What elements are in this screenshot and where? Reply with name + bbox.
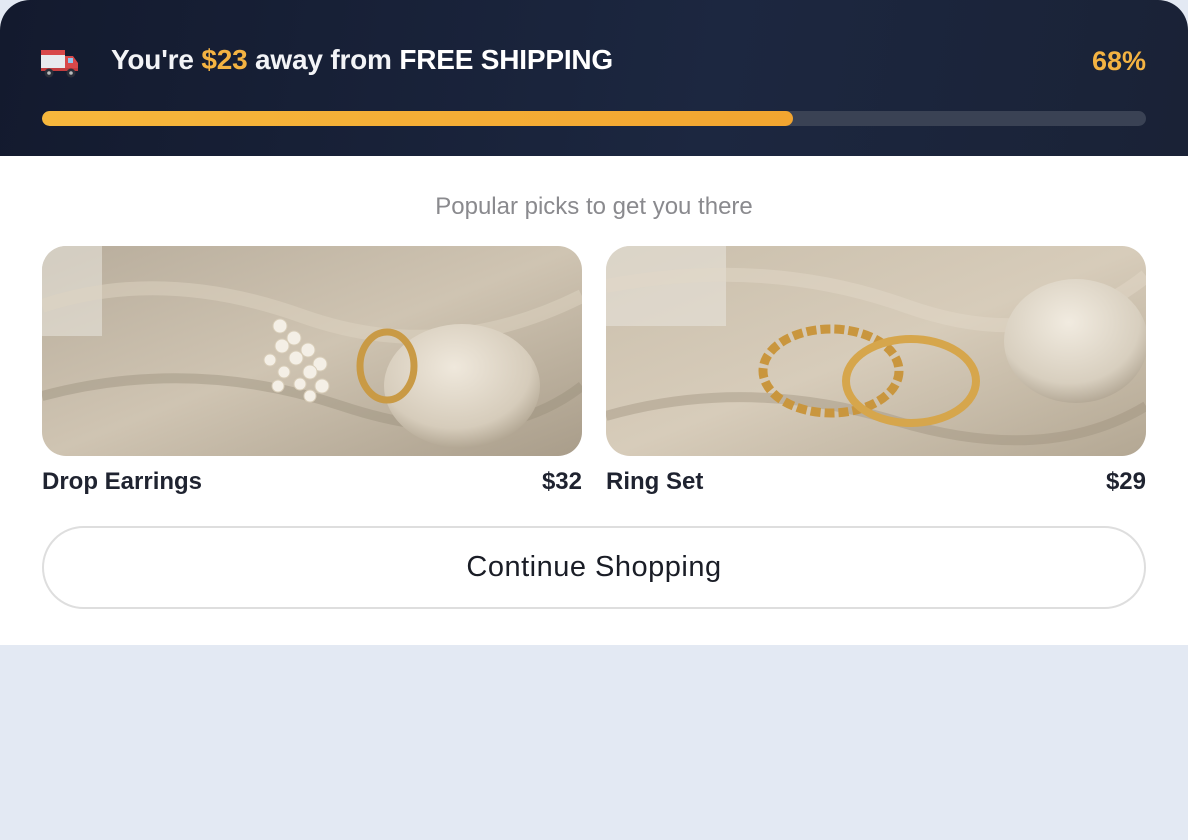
shipping-threshold-message: You're $23 away from FREE SHIPPING <box>111 44 613 76</box>
product-card-drop-earrings[interactable]: Drop Earrings $32 <box>42 246 582 495</box>
recommendations-heading: Popular picks to get you there <box>435 193 753 220</box>
free-shipping-label: FREE SHIPPING <box>399 44 614 75</box>
product-price: $29 <box>1105 468 1146 495</box>
delivery-truck-icon <box>41 50 78 78</box>
continue-shopping-button[interactable]: Continue Shopping <box>42 526 1146 609</box>
product-name[interactable]: Drop Earrings <box>42 468 202 496</box>
product-name[interactable]: Ring Set <box>606 468 703 496</box>
progress-fill <box>42 111 793 126</box>
progress-percent: 68% <box>1091 46 1146 76</box>
progress-track <box>42 111 1146 126</box>
product-image-drop-earrings[interactable] <box>42 246 582 456</box>
message-prefix: You're <box>111 44 194 75</box>
product-card-ring-set[interactable]: Ring Set $29 <box>606 246 1146 495</box>
shipping-progress-banner: You're $23 away from FREE SHIPPING 68% <box>0 0 1188 156</box>
product-image-ring-set[interactable] <box>606 246 1146 456</box>
free-shipping-card: You're $23 away from FREE SHIPPING 68% P… <box>0 0 1188 645</box>
product-price: $32 <box>541 468 582 495</box>
remaining-amount: $23 <box>201 44 248 75</box>
message-middle: away from <box>255 44 392 75</box>
